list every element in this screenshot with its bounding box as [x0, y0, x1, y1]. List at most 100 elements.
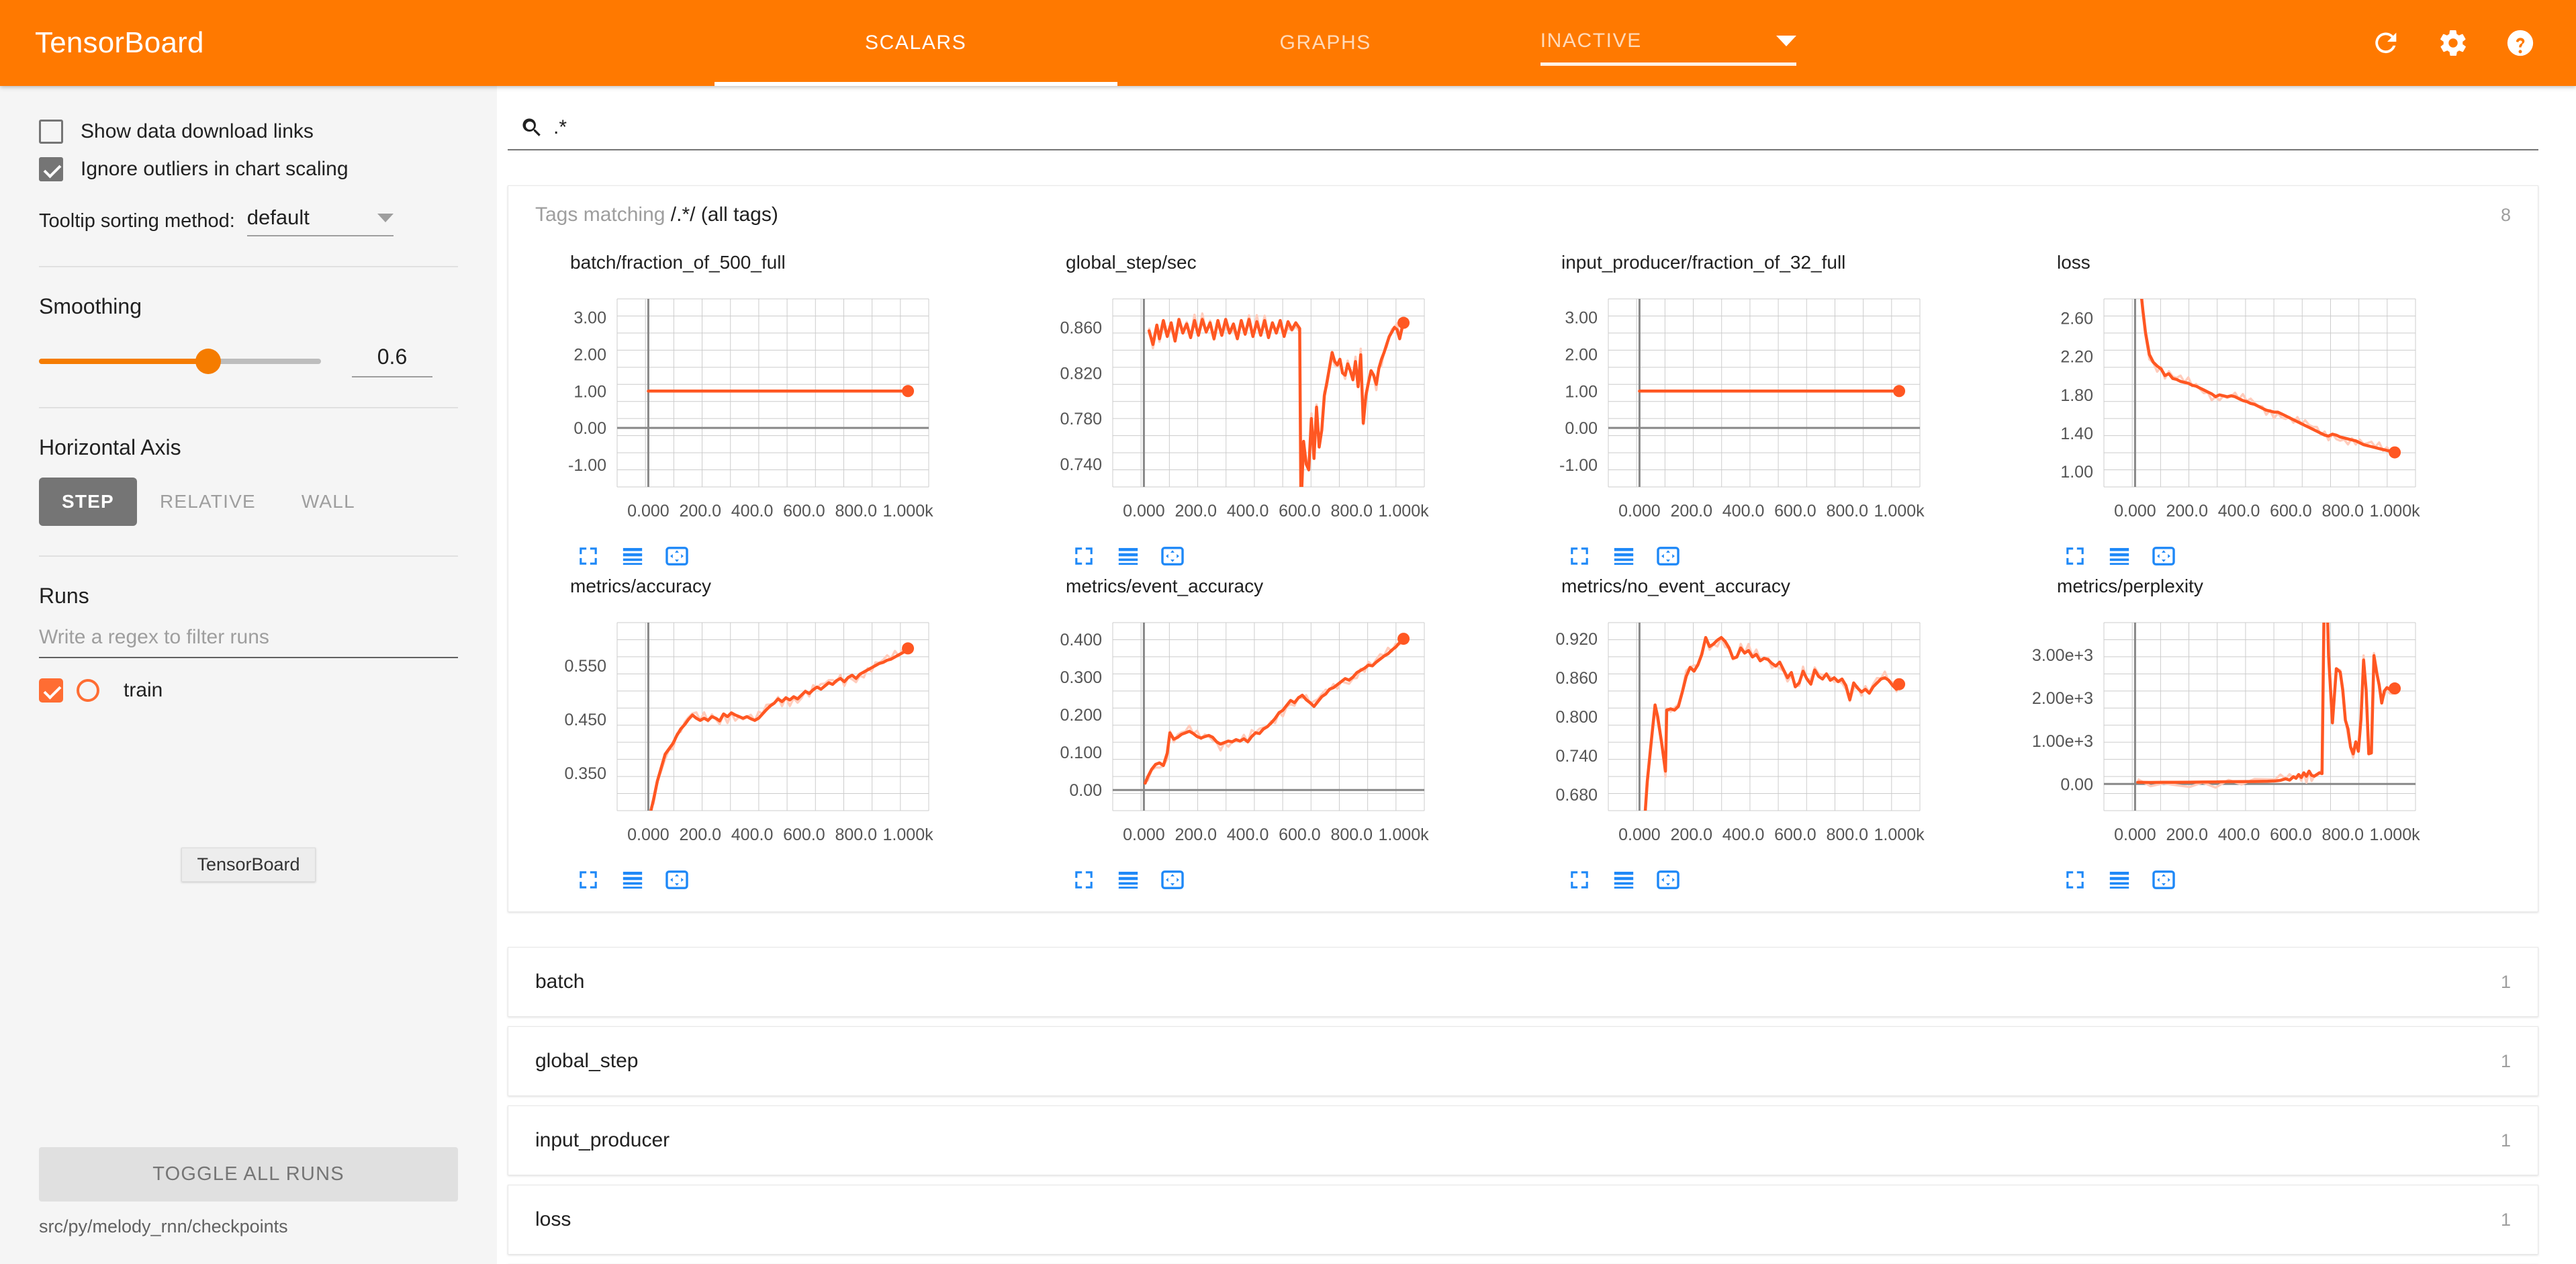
svg-text:400.0: 400.0: [2218, 825, 2260, 844]
data-series-icon[interactable]: [1612, 545, 1635, 568]
expand-icon[interactable]: [1568, 545, 1591, 568]
svg-text:200.0: 200.0: [2166, 502, 2208, 521]
top-app-bar: TensorBoard SCALARS GRAPHS INACTIVE: [0, 0, 2576, 86]
chart-plot[interactable]: 0.550 0.450 0.350 0.000 200.0 400.0 600.0 800.0…: [538, 608, 1023, 863]
expand-icon[interactable]: [577, 545, 600, 568]
smoothing-value-input[interactable]: 0.6: [352, 345, 432, 377]
svg-text:1.80: 1.80: [2060, 386, 2093, 405]
tags-card-header[interactable]: Tags matching /.*/ (all tags) 8: [508, 186, 2538, 244]
chart-title: metrics/no_event_accuracy: [1561, 576, 1790, 596]
pan-icon[interactable]: [1657, 868, 1680, 891]
pan-icon[interactable]: [1161, 868, 1184, 891]
divider: [39, 555, 458, 557]
smoothing-slider-fill: [39, 358, 208, 364]
svg-text:0.860: 0.860: [1060, 318, 1102, 337]
svg-text:200.0: 200.0: [1175, 502, 1217, 521]
toggle-all-runs-button[interactable]: TOGGLE ALL RUNS: [39, 1147, 458, 1202]
expand-icon[interactable]: [2064, 868, 2086, 891]
gear-icon[interactable]: [2438, 28, 2469, 58]
expand-icon[interactable]: [577, 868, 600, 891]
svg-text:800.0: 800.0: [1330, 502, 1373, 521]
svg-text:400.0: 400.0: [2218, 502, 2260, 521]
svg-text:800.0: 800.0: [2321, 502, 2364, 521]
data-series-icon[interactable]: [2108, 545, 2131, 568]
tag-search-bar[interactable]: .*: [508, 116, 2538, 150]
expand-icon[interactable]: [1072, 545, 1095, 568]
smoothing-slider-knob[interactable]: [195, 348, 221, 374]
pan-icon[interactable]: [665, 868, 688, 891]
run-item-train[interactable]: train: [39, 678, 458, 703]
chart-card: metrics/accuracy 0.550 0.450 0.350 0.000 200…: [538, 568, 1033, 891]
tensorboard-tooltip: TensorBoard: [181, 848, 316, 882]
pan-icon[interactable]: [2152, 868, 2175, 891]
tags-card: Tags matching /.*/ (all tags) 8 batch/fr…: [508, 185, 2538, 912]
pan-icon[interactable]: [1161, 545, 1184, 568]
axis-option-relative[interactable]: RELATIVE: [137, 478, 279, 526]
svg-text:200.0: 200.0: [1670, 825, 1712, 844]
data-series-icon[interactable]: [621, 545, 644, 568]
chart-plot[interactable]: 3.00e+3 2.00e+3 1.00e+3 0.00 0.000 200.0 400.0…: [2025, 608, 2510, 863]
smoothing-slider[interactable]: [39, 348, 321, 374]
pan-icon[interactable]: [2152, 545, 2175, 568]
svg-text:1.000k: 1.000k: [1379, 502, 1430, 521]
chart-plot[interactable]: 0.920 0.860 0.800 0.740 0.680 0.000 200.0 400.0…: [1529, 608, 2014, 863]
expand-icon[interactable]: [1568, 868, 1591, 891]
chart-card: input_producer/fraction_of_32_full 3.00 2…: [1529, 244, 2025, 568]
chart-card: loss 2.60 2.20 1.80 1.40 1.00 0.000 200.0 400.0…: [2025, 244, 2520, 568]
chart-controls: [1072, 545, 1518, 568]
data-series-icon[interactable]: [2108, 868, 2131, 891]
tags-card-title-regex: /.*/ (all tags): [670, 204, 778, 226]
tag-group-row[interactable]: input_producer 1: [508, 1105, 2538, 1175]
chart-plot[interactable]: 3.00 2.00 1.00 0.00 -1.00 0.000 200.0 400.0 600.…: [538, 284, 1023, 539]
ignore-outliers-checkbox[interactable]: [39, 157, 63, 181]
chart-title: batch/fraction_of_500_full: [570, 252, 786, 273]
tag-group-row[interactable]: loss 1: [508, 1185, 2538, 1255]
data-series-icon[interactable]: [1117, 545, 1140, 568]
pan-icon[interactable]: [1657, 545, 1680, 568]
chart-plot[interactable]: 0.860 0.820 0.780 0.740 0.000 200.0 400.0 600.0…: [1033, 284, 1518, 539]
app-title: TensorBoard: [35, 26, 204, 59]
tooltip-sorting-select[interactable]: default: [246, 206, 394, 236]
svg-text:0.450: 0.450: [564, 711, 606, 729]
expand-icon[interactable]: [2064, 545, 2086, 568]
runs-filter-input[interactable]: Write a regex to filter runs: [39, 626, 458, 658]
tab-scalars[interactable]: SCALARS: [714, 0, 1117, 86]
svg-text:1.000k: 1.000k: [1874, 502, 1925, 521]
run-checkbox[interactable]: [39, 678, 63, 703]
pan-icon[interactable]: [665, 545, 688, 568]
svg-text:1.000k: 1.000k: [1379, 825, 1430, 844]
axis-option-wall[interactable]: WALL: [279, 478, 378, 526]
svg-text:2.00: 2.00: [573, 345, 606, 364]
chart-controls: [577, 545, 1023, 568]
svg-text:0.740: 0.740: [1060, 455, 1102, 474]
tag-group-row[interactable]: batch 1: [508, 947, 2538, 1017]
svg-text:0.350: 0.350: [564, 764, 606, 783]
axis-option-step[interactable]: STEP: [39, 478, 137, 526]
chart-title: metrics/accuracy: [570, 576, 712, 596]
tooltip-sorting-value: default: [246, 206, 310, 229]
inactive-underline: [1540, 62, 1796, 66]
expand-icon[interactable]: [1072, 868, 1095, 891]
inactive-dropdown-label: INACTIVE: [1540, 30, 1642, 52]
refresh-icon[interactable]: [2371, 28, 2401, 58]
inactive-dropdown[interactable]: INACTIVE: [1540, 0, 1796, 86]
svg-text:200.0: 200.0: [679, 502, 721, 521]
chart-grid: batch/fraction_of_500_full 3.00 2.00 1.00 0…: [508, 244, 2538, 911]
tab-graphs[interactable]: GRAPHS: [1225, 0, 1426, 86]
data-series-icon[interactable]: [1117, 868, 1140, 891]
show-download-links-checkbox[interactable]: [39, 120, 63, 144]
svg-text:0.000: 0.000: [1618, 825, 1661, 844]
chart-plot[interactable]: 2.60 2.20 1.80 1.40 1.00 0.000 200.0 400.0 600.0…: [2025, 284, 2510, 539]
svg-text:-1.00: -1.00: [568, 456, 606, 475]
show-download-links-row[interactable]: Show data download links: [39, 113, 458, 150]
data-series-icon[interactable]: [621, 868, 644, 891]
chart-plot[interactable]: 0.400 0.300 0.200 0.100 0.00 0.000 200.0 400.0 6…: [1033, 608, 1518, 863]
help-icon[interactable]: [2505, 28, 2536, 58]
tag-search-input[interactable]: .*: [553, 116, 567, 139]
data-series-icon[interactable]: [1612, 868, 1635, 891]
chart-card: metrics/perplexity 3.00e+3 2.00e+3 1.00e+3…: [2025, 568, 2520, 891]
ignore-outliers-row[interactable]: Ignore outliers in chart scaling: [39, 150, 458, 188]
chart-plot[interactable]: 3.00 2.00 1.00 0.00 -1.00 0.000 200.0 400.0 600.…: [1529, 284, 2014, 539]
tag-group-row[interactable]: global_step 1: [508, 1026, 2538, 1096]
svg-text:0.00: 0.00: [1069, 781, 1102, 800]
